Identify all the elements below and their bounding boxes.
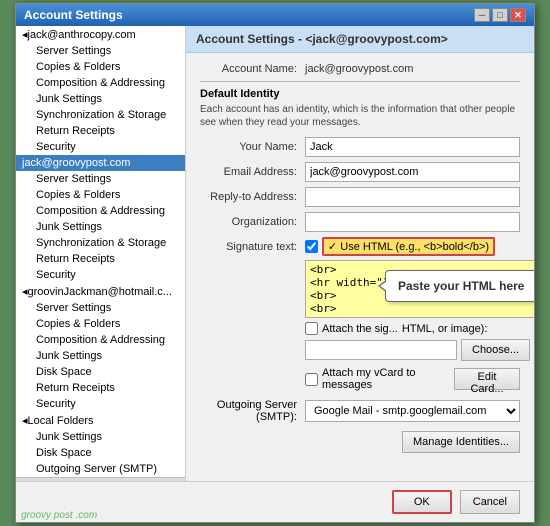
identity-title: Default Identity [200,88,520,100]
use-html-checkbox[interactable] [305,240,318,253]
sidebar-item-copies-1[interactable]: Copies & Folders [16,59,185,75]
sidebar-item-junk-3[interactable]: Junk Settings [16,348,185,364]
sidebar-item-server-settings-1[interactable]: Server Settings [16,43,185,59]
smtp-row: Outgoing Server (SMTP): Google Mail - sm… [200,399,520,423]
reply-to-label: Reply-to Address: [200,191,305,203]
minimize-button[interactable]: ─ [474,8,490,22]
tooltip-text: Paste your HTML here [398,279,524,293]
sidebar-item-composition-2[interactable]: Composition & Addressing [16,203,185,219]
cancel-button[interactable]: Cancel [460,490,520,514]
sidebar-item-return-3[interactable]: Return Receipts [16,380,185,396]
separator-1 [200,81,520,82]
organization-row: Organization: [200,212,520,232]
manage-identities-button[interactable]: Manage Identities... [402,431,520,453]
account-name-label: Account Name: [200,63,305,75]
sidebar-item-return-2[interactable]: Return Receipts [16,251,185,267]
attach-sig-row: Attach the sig... HTML, or image): [200,322,520,335]
dialog-body: ◂jack@anthrocopy.com Server Settings Cop… [16,26,534,481]
sidebar-item-security-1[interactable]: Security [16,139,185,155]
attach-label-area: Attach the sig... HTML, or image): [305,322,520,335]
sidebar-item-junk-4[interactable]: Junk Settings [16,429,185,445]
signature-textarea-container: <br> <hr width="100%" size="2">Regards,<… [305,260,520,318]
sidebar-item-sync-1[interactable]: Synchronization & Storage [16,107,185,123]
attach-sig-checkbox[interactable] [305,322,318,335]
ok-button[interactable]: OK [392,490,452,514]
organization-label: Organization: [200,216,305,228]
sidebar-item-sync-2[interactable]: Synchronization & Storage [16,235,185,251]
sidebar-item-composition-1[interactable]: Composition & Addressing [16,75,185,91]
tooltip-bubble: Paste your HTML here [385,270,534,302]
account-actions-bar: Account Actions ▼ [16,477,185,481]
email-input[interactable] [305,162,520,182]
attach-input-row: Choose... [305,339,520,361]
identity-desc: Each account has an identity, which is t… [200,103,520,129]
email-label: Email Address: [200,166,305,178]
sidebar-item-security-2[interactable]: Security [16,267,185,283]
sidebar-item-copies-2[interactable]: Copies & Folders [16,187,185,203]
title-bar: Account Settings ─ □ ✕ [16,4,534,26]
sidebar-item-composition-3[interactable]: Composition & Addressing [16,332,185,348]
choose-button[interactable]: Choose... [461,339,530,361]
sidebar-item-disk-3[interactable]: Disk Space [16,364,185,380]
reply-to-row: Reply-to Address: [200,187,520,207]
watermark: groovy post .com [21,510,97,521]
sidebar-item-smtp-4[interactable]: Outgoing Server (SMTP) [16,461,185,477]
dialog-footer: groovy post .com OK Cancel [16,481,534,522]
dialog-title: Account Settings [24,8,123,22]
email-row: Email Address: [200,162,520,182]
sidebar: ◂jack@anthrocopy.com Server Settings Cop… [16,26,186,481]
sidebar-account-anthrocopy[interactable]: ◂jack@anthrocopy.com [16,26,185,43]
edit-card-button[interactable]: Edit Card... [454,368,520,390]
smtp-select[interactable]: Google Mail - smtp.googlemail.com [305,400,520,422]
vcard-checkbox[interactable] [305,373,318,386]
attach-sig-label: Attach the sig... [322,323,398,335]
sidebar-item-copies-3[interactable]: Copies & Folders [16,316,185,332]
organization-input[interactable] [305,212,520,232]
sidebar-item-server-settings-3[interactable]: Server Settings [16,300,185,316]
signature-label: Signature text: [200,241,305,253]
account-name-row: Account Name: jack@groovypost.com [200,63,520,75]
manage-identities-row: Manage Identities... [200,431,520,453]
sidebar-account-hotmail[interactable]: ◂groovinJackman@hotmail.c... [16,283,185,300]
your-name-row: Your Name: [200,137,520,157]
attach-sig-input[interactable] [305,340,457,360]
sidebar-item-return-1[interactable]: Return Receipts [16,123,185,139]
sidebar-item-server-settings-2[interactable]: Server Settings [16,171,185,187]
sidebar-local-folders[interactable]: ◂Local Folders [16,412,185,429]
smtp-label: Outgoing Server (SMTP): [200,399,305,423]
reply-to-input[interactable] [305,187,520,207]
window-controls: ─ □ ✕ [474,8,526,22]
your-name-label: Your Name: [200,141,305,153]
vcard-row: Attach my vCard to messages Edit Card... [305,367,520,391]
panel-header: Account Settings - <jack@groovypost.com> [186,26,534,53]
signature-row: Signature text: ✓ Use HTML (e.g., <b>bol… [200,237,520,256]
close-button[interactable]: ✕ [510,8,526,22]
attach-sig-suffix: HTML, or image): [402,323,488,335]
your-name-input[interactable] [305,137,520,157]
use-html-area: ✓ Use HTML (e.g., <b>bold</b>) [305,237,495,256]
vcard-label: Attach my vCard to messages [322,367,450,391]
sidebar-item-disk-4[interactable]: Disk Space [16,445,185,461]
sidebar-item-security-3[interactable]: Security [16,396,185,412]
sidebar-account-groovypost[interactable]: jack@groovypost.com [16,155,185,171]
account-name-value: jack@groovypost.com [305,63,413,75]
main-panel: Account Settings - <jack@groovypost.com>… [186,26,534,481]
maximize-button[interactable]: □ [492,8,508,22]
sidebar-item-junk-2[interactable]: Junk Settings [16,219,185,235]
sidebar-item-junk-1[interactable]: Junk Settings [16,91,185,107]
use-html-label: ✓ Use HTML (e.g., <b>bold</b>) [322,237,495,256]
